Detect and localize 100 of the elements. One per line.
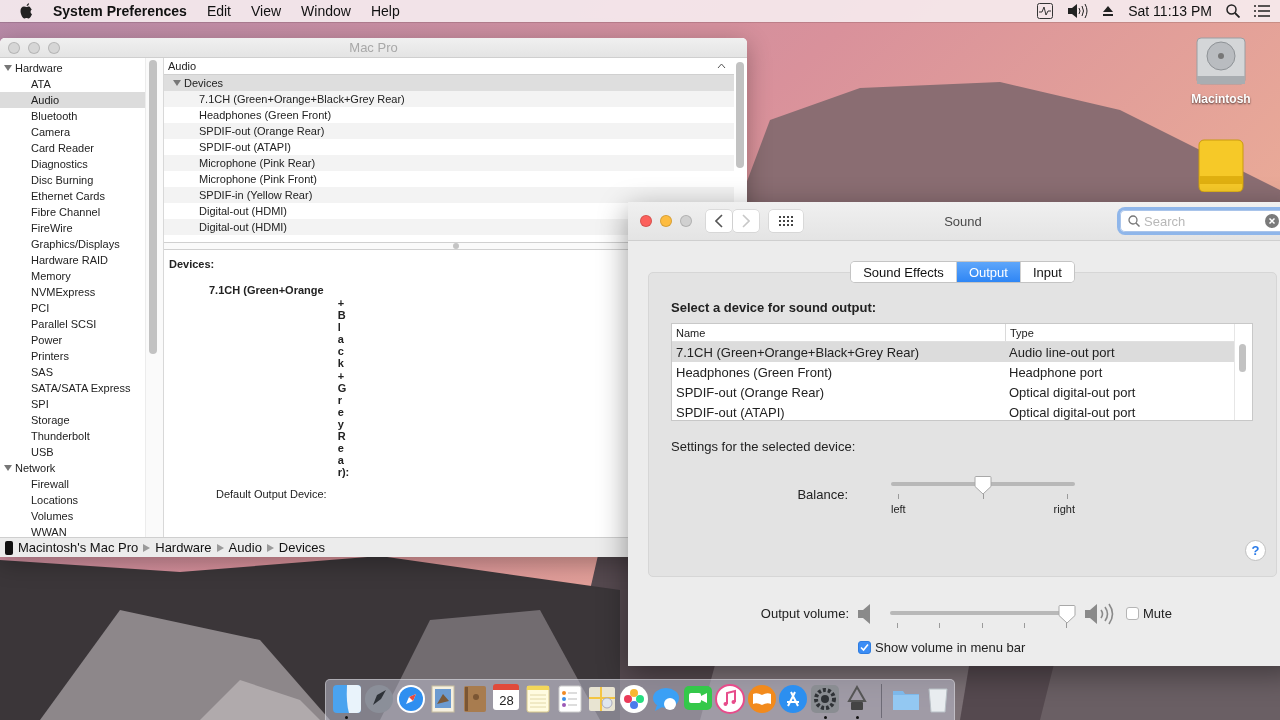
sidebar-item[interactable]: Locations [0,492,145,508]
zoom-button[interactable] [680,215,692,227]
menu-item[interactable]: View [251,3,282,19]
rocket-icon[interactable] [363,684,394,714]
device-row[interactable]: SPDIF-out (Orange Rear) [199,125,325,137]
sidebar-item[interactable]: SAS [0,364,145,380]
mute-checkbox[interactable] [1126,607,1139,620]
menu-item[interactable]: Help [370,3,400,19]
sidebar-item[interactable]: ATA [0,76,145,92]
split-handle[interactable] [452,243,459,249]
mute-label[interactable]: Mute [1143,606,1172,621]
sidebar-item[interactable]: USB [0,444,145,460]
sidebar-item[interactable]: SPI [0,396,145,412]
sidebar-item[interactable]: WWAN [0,524,145,537]
slider-thumb[interactable] [974,475,992,495]
device-row[interactable]: SPDIF-in (Yellow Rear) [199,189,313,201]
sidebar-item[interactable]: Volumes [0,508,145,524]
sidebar-item[interactable]: Card Reader [0,140,145,156]
menu-item[interactable]: Edit [206,3,231,19]
app-store-icon[interactable] [778,684,809,714]
sidebar-item[interactable]: Audio [0,92,145,108]
sidebar-item[interactable]: Hardware RAID [0,252,145,268]
sidebar-item[interactable]: PCI [0,300,145,316]
detail-heading: Devices: [169,258,216,270]
device-row[interactable]: Digital-out (HDMI) [199,205,287,217]
sidebar-item[interactable]: Firewall [0,476,145,492]
sidebar-item[interactable]: Parallel SCSI [0,316,145,332]
search-icon[interactable] [1226,4,1240,18]
column-header[interactable]: Name [672,324,1005,341]
column-header[interactable]: Audio [168,60,197,72]
scrollbar-thumb[interactable] [149,60,157,354]
gear-icon[interactable] [810,684,841,714]
path-segment[interactable]: Macintosh's Mac Pro [18,540,139,555]
back-button[interactable] [706,210,732,232]
compass-icon[interactable] [395,684,426,714]
path-segment[interactable]: Audio [228,540,262,555]
sidebar-item[interactable]: Memory [0,268,145,284]
list-icon[interactable] [1254,5,1270,17]
path-arrow-icon [266,543,274,552]
slider-tick [1023,623,1025,628]
tab[interactable]: Input [1019,262,1074,282]
scrollbar-thumb[interactable] [736,62,744,168]
device-row[interactable]: Digital-out (HDMI) [199,221,287,233]
flower-icon[interactable] [618,684,649,714]
slider-tick [982,494,984,499]
path-segment[interactable]: Devices [278,540,326,555]
sidebar-item[interactable]: Printers [0,348,145,364]
slider-thumb[interactable] [1057,604,1076,624]
slider-tick [897,623,898,628]
chevron-up-icon[interactable] [717,63,726,69]
sidebar-group[interactable]: Hardware [15,62,63,74]
device-row[interactable]: Headphones (Green Front) [199,109,332,121]
sidebar-item[interactable]: Thunderbolt [0,428,145,444]
calendar-date[interactable]: 28 [493,684,520,710]
device-name: 7.1CH (Green+Orange [209,284,324,296]
sidebar-item[interactable]: FireWire [0,220,145,236]
device-row[interactable]: SPDIF-out (ATAPI) [199,141,291,153]
device-row[interactable]: Microphone (Pink Front) [199,173,317,185]
sidebar-item[interactable]: Fibre Channel [0,204,145,220]
eject-icon[interactable] [1102,5,1115,17]
sidebar-item[interactable]: NVMExpress [0,284,145,300]
group-row[interactable]: Devices [164,75,734,91]
search-field[interactable]: Search [1120,210,1280,232]
sidebar-item[interactable]: Graphics/Displays [0,236,145,252]
apple-logo-icon[interactable] [20,3,33,19]
show-all-button[interactable] [769,210,803,232]
map-icon[interactable] [587,684,618,714]
minimize-button[interactable] [660,215,672,227]
sidebar-item[interactable]: Ethernet Cards [0,188,145,204]
help-button[interactable]: ? [1245,540,1266,561]
device-name-wrapped: +Black+GreyRear): [337,297,346,479]
menu-item[interactable]: Window [301,3,351,19]
sidebar-item[interactable]: Power [0,332,145,348]
close-button[interactable] [640,215,652,227]
sidebar-item[interactable]: Disc Burning [0,172,145,188]
volume-icon[interactable] [1067,3,1089,19]
music-note-icon[interactable] [714,684,745,714]
sidebar-item[interactable]: Camera [0,124,145,140]
path-segment[interactable]: Hardware [155,540,212,555]
scrollbar-thumb[interactable] [1239,344,1246,372]
device-row[interactable]: Microphone (Pink Rear) [199,157,316,169]
column-header[interactable]: Type [1005,324,1234,341]
app-menu[interactable]: System Preferences [53,3,187,19]
disclosure-triangle[interactable] [4,464,12,472]
disclosure-triangle[interactable] [173,79,181,87]
open-book-icon[interactable] [746,684,777,714]
device-name-cell-text: Headphones (Green Front) [675,364,834,380]
activity-graph-icon[interactable] [1037,3,1054,19]
disclosure-triangle[interactable] [4,64,12,72]
finder-icon[interactable] [331,684,362,714]
sidebar-group[interactable]: Network [15,462,56,474]
sidebar-item[interactable]: SATA/SATA Express [0,380,145,396]
table-row[interactable]: 7.1CH (Green+Orange+Black+Grey Rear) Audio line-out port [672,342,1234,362]
clear-icon[interactable] [1265,214,1279,228]
sidebar-item[interactable]: Storage [0,412,145,428]
sidebar-item[interactable]: Diagnostics [0,156,145,172]
show-volume-checkbox[interactable] [858,641,871,654]
menu-clock[interactable]: Sat 11:13 PM [1128,3,1212,19]
show-volume-label[interactable]: Show volume in menu bar [875,640,1026,655]
sidebar-item[interactable]: Bluetooth [0,108,145,124]
